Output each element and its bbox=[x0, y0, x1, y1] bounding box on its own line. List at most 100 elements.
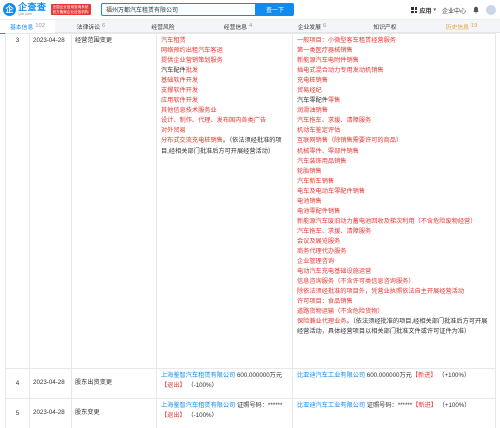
tab-ip[interactable]: 知识产权 bbox=[349, 20, 423, 33]
scope-item: 提供企业营销策划服务 bbox=[161, 57, 223, 65]
scope-item: 汽车零配件零售 bbox=[297, 96, 491, 106]
change-item: 股东出资变更 bbox=[71, 368, 157, 399]
cert-number: 证照号码：****** bbox=[236, 402, 283, 409]
scope-item: 网络预约出租汽车客运 bbox=[161, 47, 223, 55]
amount-value: 600.000000万元 bbox=[236, 372, 283, 379]
enterprise-center-link[interactable]: 企业中心 bbox=[442, 6, 466, 15]
scope-item: 道路货物运输（不含危险货物） bbox=[297, 308, 384, 316]
row-index: 3 bbox=[5, 33, 30, 369]
scope-item: 汽车装饰用品销售 bbox=[297, 157, 347, 165]
tab-risk[interactable]: 经营风险 bbox=[127, 20, 201, 33]
table-row: 5 2023-04-28 股东变更 上海鉴智汽车租赁有限公司 证照号码：****… bbox=[5, 398, 496, 428]
scope-item: 分布式交流充电桩销售。（依法须经批准的项目,经相关部门批准后方可开展经营活动） bbox=[161, 136, 288, 156]
table-row: 3 2023-04-28 经营范围变更 汽车租赁 网络预约出租汽车客运 提供企业营销… bbox=[5, 33, 496, 369]
percent-change: （-100%） bbox=[187, 382, 218, 390]
scope-item: 汽车拖车、求援、清障服务 bbox=[297, 227, 372, 235]
scope-item: 商务代理代办服务 bbox=[297, 247, 347, 255]
new-tag: 【新进】 bbox=[411, 372, 437, 379]
site-logo[interactable]: 企 企查查 Qcc.com 全国企业信用查询系统 官方备案企业征信机构 bbox=[3, 1, 91, 17]
scope-item: 基础软件开发 bbox=[161, 77, 199, 85]
scope-item: 电车及电动车零配件销售 bbox=[297, 187, 366, 195]
amount-value: 600.000000万元 bbox=[366, 372, 412, 379]
scope-item: 第一类医疗器械销售 bbox=[297, 47, 353, 55]
top-header: 企 企查查 Qcc.com 全国企业信用查询系统 官方备案企业征信机构 福州万都… bbox=[0, 0, 500, 20]
scope-item: 插电式混合动力专用发动机销售 bbox=[297, 67, 384, 75]
app-menu[interactable]: 应用 ▾ bbox=[411, 6, 436, 15]
scope-item: 新能源汽车电附件销售 bbox=[297, 57, 359, 65]
new-tag: 【新进】 bbox=[412, 402, 437, 409]
scope-item: 新能源汽车废旧动力蓄电池回收及梯次利用（不含危险废物经营） bbox=[297, 217, 477, 225]
scope-item: 应用软件开发 bbox=[161, 97, 199, 105]
content-before: 上海鉴智汽车租赁有限公司 600.000000万元【退出】 （-100%） bbox=[156, 368, 293, 399]
scope-item: 电池零配件销售 bbox=[297, 207, 341, 215]
scope-item-part: 汽车零配件 bbox=[297, 97, 328, 105]
scope-item: 汽车配件批发 bbox=[161, 66, 288, 76]
content-after: 一般项目：小微型客车租赁经营服务 第一类医疗器械销售 新能源汽车电附件销售 插电式混合… bbox=[292, 33, 496, 369]
search-input[interactable]: 福州万都汽车租赁有限公司 bbox=[101, 3, 256, 16]
search-button[interactable]: 查一下 bbox=[256, 3, 294, 16]
scope-item: 其他信息技术服务业 bbox=[161, 107, 217, 115]
percent-change: （-100%） bbox=[187, 412, 218, 420]
content-before: 汽车租赁网络预约出租汽车客运 提供企业营销策划服务 汽车配件批发 基础软件开发 支撑软件… bbox=[156, 33, 293, 369]
content-after: 比亚迪汽车工业有限公司 证照号码：******【新进】 （+100%） bbox=[292, 398, 496, 428]
logo-mark: 企 bbox=[3, 3, 16, 16]
scope-item: 许可项目：食品销售 bbox=[297, 298, 353, 306]
tab-development[interactable]: 企业发展 6 bbox=[275, 20, 349, 33]
scope-item-part: 零售 bbox=[327, 97, 341, 105]
change-item: 股东变更 bbox=[71, 398, 157, 428]
scope-item: 贸易经纪 bbox=[297, 87, 322, 95]
app-menu-label: 应用 bbox=[419, 8, 432, 15]
scope-item: 汽车拖车、求援、清障服务 bbox=[297, 117, 372, 125]
row-index: 4 bbox=[5, 368, 30, 399]
company-link[interactable]: 比亚迪汽车工业有限公司 bbox=[297, 372, 365, 379]
scope-item: 设计、制作、代理、发布国内各类广告 bbox=[161, 117, 267, 125]
scope-item: 汽车租赁 bbox=[161, 37, 186, 44]
exit-tag: 【退出】 bbox=[161, 412, 186, 420]
scope-item: 充电桩销售 bbox=[297, 77, 328, 85]
scope-item: 除依法须经批准的项目外，凭营业执照依法自主开展经营活动 bbox=[297, 288, 465, 296]
tab-history[interactable]: 历史信息 19 bbox=[423, 20, 500, 33]
percent-change: （+100%） bbox=[438, 402, 471, 409]
content-after: 比亚迪汽车工业有限公司 600.000000万元【新进】 （+100%） bbox=[292, 368, 496, 399]
scope-item: 企业管理咨询 bbox=[297, 258, 335, 266]
content-before: 上海鉴智汽车租赁有限公司 证照号码：****** 【退出】 （-100%） bbox=[156, 398, 293, 428]
scope-item-part: 分布式交流充电桩销售 bbox=[161, 137, 223, 145]
scope-item: 机械零件、零部件销售 bbox=[297, 147, 359, 155]
user-avatar[interactable] bbox=[486, 5, 496, 15]
company-link[interactable]: 比亚迪汽车工业有限公司 bbox=[297, 402, 365, 409]
tab-legal[interactable]: 法律诉讼 6 bbox=[55, 20, 127, 33]
change-records-table: 3 2023-04-28 经营范围变更 汽车租赁网络预约出租汽车客运 提供企业营销… bbox=[5, 33, 496, 428]
logo-name: 企查查 bbox=[18, 1, 47, 12]
scope-item: 对外贸易 bbox=[161, 127, 186, 135]
percent-change: （+100%） bbox=[438, 372, 471, 379]
scope-item: 电动汽车充电基础设施运营 bbox=[297, 268, 372, 276]
section-tabs: 基本信息 102 法律诉讼 6 经营风险 经营信息 4 企业发展 6 知识产权 历史信息… bbox=[0, 19, 500, 34]
certification-badge: 全国企业信用查询系统 官方备案企业征信机构 bbox=[50, 4, 91, 15]
scope-item-part: 保险兼业代理业务 bbox=[297, 318, 347, 326]
change-item: 经营范围变更 bbox=[71, 33, 157, 369]
tab-operation[interactable]: 经营信息 4 bbox=[201, 20, 275, 33]
cert-number: 证照号码：****** bbox=[366, 402, 413, 409]
row-index: 5 bbox=[5, 398, 30, 428]
scope-item: 电池销售 bbox=[297, 197, 322, 205]
table-row: 4 2023-04-28 股东出资变更 上海鉴智汽车租赁有限公司 600.000… bbox=[5, 368, 496, 399]
logo-domain: Qcc.com bbox=[18, 11, 32, 16]
scope-item: 互联网销售（除销售需要许可的商品） bbox=[297, 137, 403, 145]
scope-item: 信息咨询服务（不含许可类信息咨询服务） bbox=[297, 278, 415, 286]
scope-item: 汽车新车销售 bbox=[297, 177, 335, 185]
scope-item-part: 批发 bbox=[185, 67, 199, 75]
scope-item: 机动车鉴定评估 bbox=[297, 127, 341, 135]
company-link[interactable]: 上海鉴智汽车租赁有限公司 bbox=[161, 372, 235, 379]
scope-item: 轮胎销售 bbox=[297, 167, 322, 175]
change-date: 2023-04-28 bbox=[29, 398, 72, 428]
grid-icon bbox=[411, 7, 418, 13]
bell-icon[interactable] bbox=[472, 6, 480, 14]
company-link[interactable]: 上海鉴智汽车租赁有限公司 bbox=[161, 402, 235, 409]
scope-item: 会议及展览服务 bbox=[297, 237, 341, 245]
scope-item: 润滑油销售 bbox=[297, 107, 328, 115]
change-date: 2023-04-28 bbox=[29, 368, 72, 399]
tab-basic-info[interactable]: 基本信息 102 bbox=[0, 19, 55, 34]
exit-tag: 【退出】 bbox=[161, 382, 186, 390]
chevron-down-icon: ▾ bbox=[433, 7, 436, 13]
scope-item: 支撑软件开发 bbox=[161, 87, 199, 95]
